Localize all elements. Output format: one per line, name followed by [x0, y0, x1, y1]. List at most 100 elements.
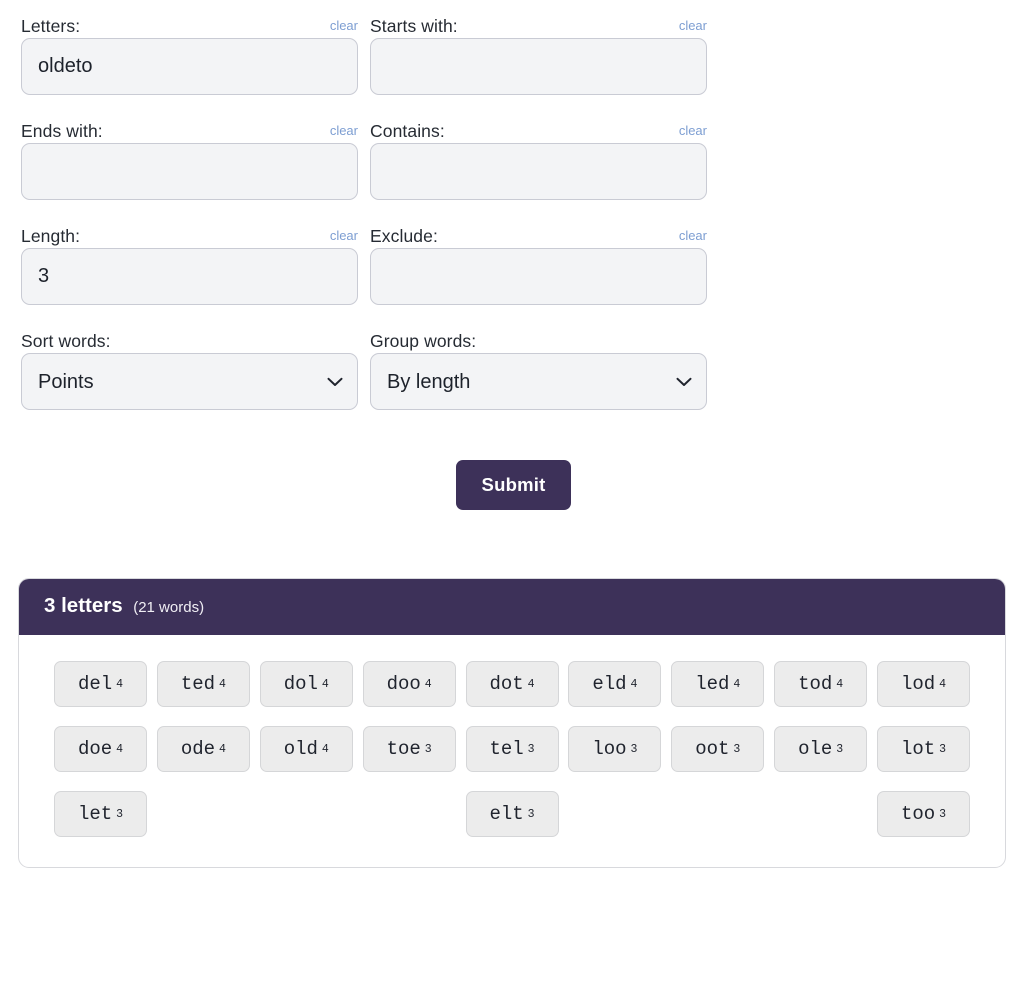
- row-spacer: [21, 200, 1006, 218]
- word-chip[interactable]: tod 4: [774, 661, 868, 707]
- word-chip-points: 4: [527, 677, 535, 691]
- word-chip[interactable]: ted 4: [156, 661, 250, 707]
- grid-gap: [358, 113, 370, 200]
- label-sort-words: Sort words:: [21, 331, 111, 351]
- field-row-2: Ends with: clear Contains: clear: [21, 113, 1006, 200]
- word-chip-points: 4: [219, 677, 226, 691]
- word-chip-points: 3: [836, 742, 844, 756]
- word-chip-text: led: [695, 673, 730, 695]
- ends-with-input[interactable]: [21, 143, 358, 200]
- word-chip[interactable]: let 3: [54, 791, 147, 837]
- word-finder-page: Letters: clear Starts with: clear Ends w…: [0, 0, 1024, 991]
- field-head-group-words: Group words:: [370, 323, 707, 353]
- field-row-3: Length: clear Exclude: clear: [21, 218, 1006, 305]
- field-head-contains: Contains: clear: [370, 113, 707, 143]
- label-exclude: Exclude:: [370, 226, 438, 246]
- clear-starts-with-link[interactable]: clear: [679, 18, 707, 36]
- submit-row: Submit: [21, 460, 1006, 510]
- exclude-input[interactable]: [370, 248, 707, 305]
- word-chip-text: old: [283, 738, 318, 760]
- word-chip-text: dol: [283, 673, 318, 695]
- word-chip-points: 3: [527, 742, 535, 756]
- clear-length-link[interactable]: clear: [330, 228, 358, 246]
- clear-ends-with-link[interactable]: clear: [330, 123, 358, 141]
- word-chip-points: 4: [321, 742, 329, 756]
- word-chip-text: oot: [695, 738, 730, 760]
- word-chip[interactable]: dot 4: [465, 661, 559, 707]
- word-chip[interactable]: tel 3: [465, 726, 559, 772]
- word-chip[interactable]: loo 3: [568, 726, 662, 772]
- label-contains: Contains:: [370, 121, 445, 141]
- search-form: Letters: clear Starts with: clear Ends w…: [0, 0, 1024, 510]
- word-chip-points: 3: [733, 742, 741, 756]
- group-words-select[interactable]: By length: [370, 353, 707, 410]
- label-length: Length:: [21, 226, 81, 246]
- row-spacer: [21, 305, 1006, 323]
- results-group-title: 3 letters: [44, 594, 123, 617]
- word-chip[interactable]: oot 3: [671, 726, 765, 772]
- word-chip[interactable]: too 3: [877, 791, 970, 837]
- word-chip-points: 3: [939, 807, 947, 821]
- label-ends-with: Ends with:: [21, 121, 103, 141]
- word-chip-points: 4: [939, 677, 947, 691]
- word-chip[interactable]: del 4: [54, 661, 147, 707]
- field-head-length: Length: clear: [21, 218, 358, 248]
- label-letters: Letters:: [21, 16, 81, 36]
- field-starts-with: Starts with: clear: [370, 8, 707, 95]
- word-chip[interactable]: lot 3: [877, 726, 970, 772]
- word-chip-text: too: [900, 803, 936, 825]
- word-chip[interactable]: elt 3: [465, 791, 559, 837]
- word-chip-points: 4: [836, 677, 844, 691]
- field-head-exclude: Exclude: clear: [370, 218, 707, 248]
- field-exclude: Exclude: clear: [370, 218, 707, 305]
- group-words-select-wrap: By length: [370, 353, 707, 410]
- grid-gap: [358, 218, 370, 305]
- clear-letters-link[interactable]: clear: [330, 18, 358, 36]
- field-length: Length: clear: [21, 218, 358, 305]
- results-panel: 3 letters (21 words) del 4 ted 4 dol 4 doo 4 dot…: [18, 578, 1006, 868]
- clear-contains-link[interactable]: clear: [679, 123, 707, 141]
- word-chip-text: doe: [77, 738, 113, 760]
- field-sort-words: Sort words: Points: [21, 323, 358, 410]
- row-spacer: [21, 95, 1006, 113]
- word-chip-text: tel: [489, 738, 524, 760]
- grid-gap: [358, 323, 370, 410]
- field-head-letters: Letters: clear: [21, 8, 358, 38]
- word-chip-text: ode: [180, 738, 216, 760]
- results-group-count: (21 words): [133, 599, 205, 616]
- word-chip[interactable]: dol 4: [259, 661, 353, 707]
- word-chip-points: 4: [116, 742, 124, 756]
- sort-words-select[interactable]: Points: [21, 353, 358, 410]
- field-ends-with: Ends with: clear: [21, 113, 358, 200]
- word-chip[interactable]: eld 4: [568, 661, 662, 707]
- word-chip-points: 4: [116, 677, 124, 691]
- word-chip-points: 4: [733, 677, 741, 691]
- word-chip-points: 4: [219, 742, 226, 756]
- word-chip-text: doo: [386, 673, 421, 695]
- word-chip[interactable]: toe 3: [362, 726, 456, 772]
- word-chip-text: ted: [180, 673, 216, 695]
- word-chip-points: 3: [527, 807, 535, 821]
- word-chip-points: 3: [939, 742, 947, 756]
- field-row-1: Letters: clear Starts with: clear: [21, 8, 1006, 95]
- word-chip[interactable]: ole 3: [774, 726, 868, 772]
- starts-with-input[interactable]: [370, 38, 707, 95]
- length-input[interactable]: [21, 248, 358, 305]
- word-chip-text: tod: [798, 673, 833, 695]
- letters-input[interactable]: [21, 38, 358, 95]
- clear-exclude-link[interactable]: clear: [679, 228, 707, 246]
- word-chip[interactable]: lod 4: [877, 661, 970, 707]
- contains-input[interactable]: [370, 143, 707, 200]
- word-chip[interactable]: ode 4: [156, 726, 250, 772]
- word-chip[interactable]: doo 4: [362, 661, 456, 707]
- field-head-ends-with: Ends with: clear: [21, 113, 358, 143]
- sort-words-select-wrap: Points: [21, 353, 358, 410]
- word-chip-text: lot: [900, 738, 936, 760]
- word-chip[interactable]: old 4: [259, 726, 353, 772]
- word-chip-points: 3: [116, 807, 124, 821]
- word-chip[interactable]: led 4: [671, 661, 765, 707]
- word-chip[interactable]: doe 4: [54, 726, 147, 772]
- field-contains: Contains: clear: [370, 113, 707, 200]
- word-chip-points: 4: [321, 677, 329, 691]
- submit-button[interactable]: Submit: [456, 460, 571, 510]
